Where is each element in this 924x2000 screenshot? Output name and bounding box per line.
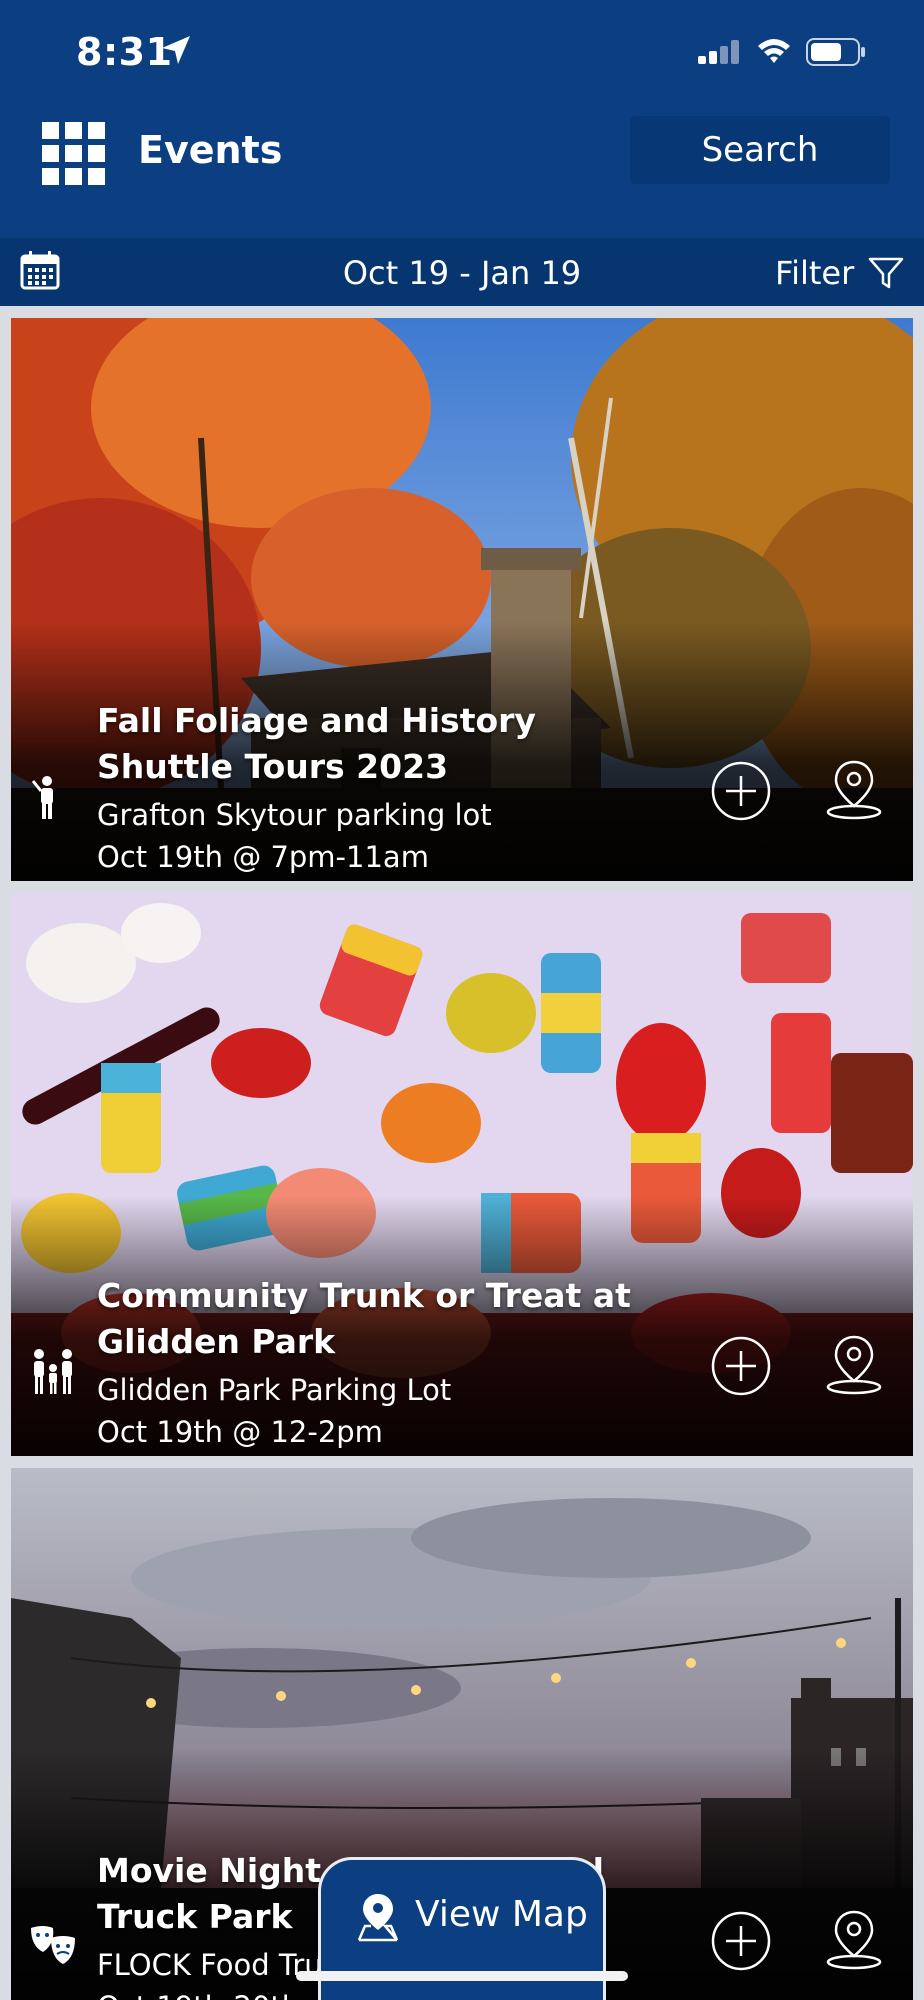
events-list: Fall Foliage and History Shuttle Tours 2…: [0, 306, 924, 2000]
page-title: Events: [138, 128, 283, 172]
map-location-icon: [357, 1894, 399, 1942]
theater-masks-icon: [31, 1926, 75, 1964]
person-icon: [31, 776, 53, 819]
map-pin-icon[interactable]: [823, 1908, 885, 1970]
family-icon: [34, 1349, 72, 1394]
view-map-label: View Map: [415, 1894, 588, 1935]
event-location: Glidden Park Parking Lot: [97, 1373, 452, 1407]
map-pin-icon[interactable]: [823, 1333, 885, 1395]
cellular-signal-icon: [698, 40, 739, 64]
location-arrow-icon: [162, 36, 190, 64]
event-date: Oct 19th-20th: [97, 1990, 300, 2000]
event-card[interactable]: Community Trunk or Treat at Glidden Park…: [11, 893, 913, 1456]
event-location: Grafton Skytour parking lot: [97, 798, 492, 832]
event-date: Oct 19th @ 7pm-11am: [97, 840, 429, 874]
search-button[interactable]: Search: [630, 116, 890, 184]
add-to-calendar-icon[interactable]: [710, 1910, 772, 1972]
filter-button[interactable]: Filter: [775, 254, 854, 292]
battery-icon: [806, 38, 865, 66]
home-indicator[interactable]: [296, 1971, 628, 1981]
event-title: Fall Foliage and History Shuttle Tours 2…: [97, 701, 536, 786]
wifi-icon: [758, 39, 790, 63]
filter-funnel-icon[interactable]: [868, 256, 904, 290]
add-to-calendar-icon[interactable]: [710, 760, 772, 822]
event-card[interactable]: Fall Foliage and History Shuttle Tours 2…: [11, 318, 913, 881]
grid-menu-icon[interactable]: [42, 122, 106, 186]
event-date: Oct 19th @ 12-2pm: [97, 1415, 383, 1449]
add-to-calendar-icon[interactable]: [710, 1335, 772, 1397]
map-pin-icon[interactable]: [823, 758, 885, 820]
event-title: Community Trunk or Treat at Glidden Park: [97, 1276, 631, 1361]
status-time: 8:31: [76, 30, 173, 74]
